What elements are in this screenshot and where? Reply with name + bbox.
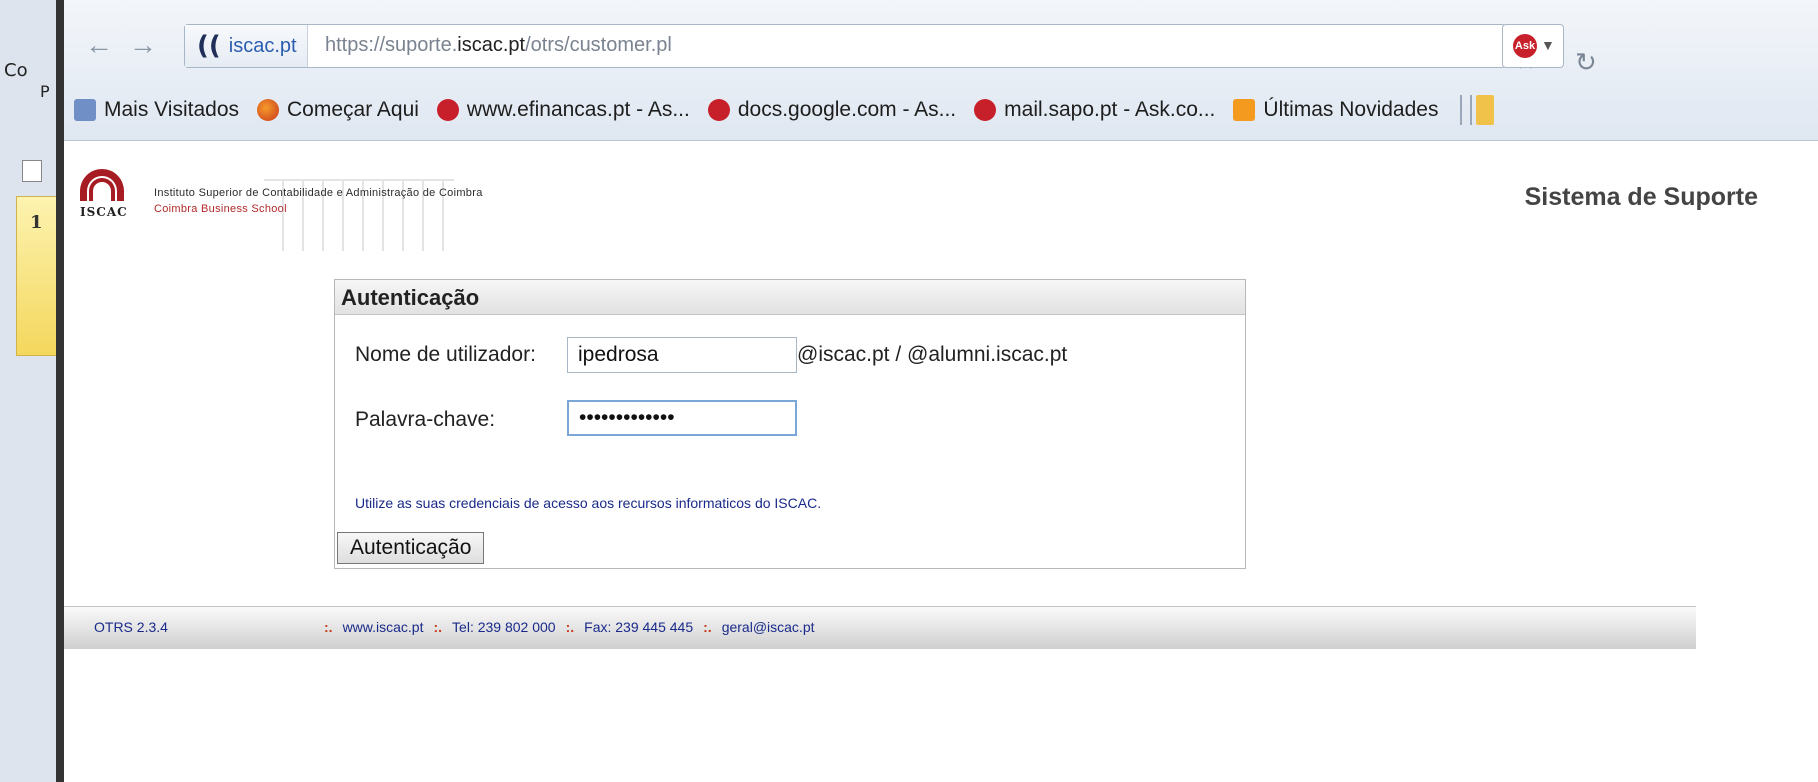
bookmark-label: docs.google.com - As... [737,98,957,121]
help-text: Utilize as suas credenciais de acesso ao… [355,495,822,511]
login-panel: Autenticação Nome de utilizador: @iscac.… [334,279,1246,569]
username-label: Nome de utilizador: [355,343,536,366]
ask-icon [707,99,730,121]
page-number: 1 [30,212,43,233]
dropdown-arrow-icon: ▼ [1541,37,1555,53]
site-identity-domain: iscac.pt [228,34,297,57]
url-prefix: https://suporte. [325,34,458,56]
background-text-2: P [40,82,50,101]
password-label: Palavra-chave: [355,408,496,431]
separator-icon: :. [565,619,575,635]
username-input[interactable] [567,337,797,373]
bookmarks-toolbar: Mais Visitados Começar Aqui www.efinanca… [64,88,1818,132]
logo-abbreviation: ISCAC [80,205,128,219]
firefox-icon [257,99,280,121]
bookmark-most-visited[interactable]: Mais Visitados [74,98,239,122]
version-label: OTRS 2.3.4 [94,619,168,635]
ask-icon [436,99,459,121]
bookmark-getting-started[interactable]: Começar Aqui [257,98,419,122]
bookmark-label: Mais Visitados [104,98,240,121]
bookmark-overflow[interactable] [1476,95,1495,125]
bookmark-label: www.efinancas.pt - As... [466,98,690,121]
institution-tagline: Coimbra Business School [154,203,287,215]
password-input[interactable] [567,400,797,436]
bookmark-mail-sapo[interactable]: mail.sapo.pt - Ask.co... [974,98,1215,122]
page-icon [22,160,42,182]
url-path: /otrs/customer.pl [525,34,672,56]
bookmark-docs-google[interactable]: docs.google.com - As... [707,98,957,122]
arch-logo-inner [89,178,115,201]
background-window: Co P 1 [0,0,64,782]
website-link[interactable]: www.iscac.pt [343,619,424,635]
url-host: iscac.pt [457,34,526,56]
url-text[interactable]: https://suporte.iscac.pt/otrs/customer.p… [325,34,672,57]
toolbar-separator [1470,95,1473,125]
search-engine-button[interactable]: Ask ▼ [1502,24,1564,68]
separator-icon: :. [433,619,443,635]
phone-text: Tel: 239 802 000 [452,619,556,635]
domain-hint: @iscac.pt / @alumni.iscac.pt [797,343,1068,366]
bookmark-label: mail.sapo.pt - Ask.co... [1004,98,1216,121]
most-visited-icon [74,99,96,121]
email-link[interactable]: geral@iscac.pt [722,619,815,635]
window-edge [56,0,64,782]
page-content: ISCAC Instituto Superior de Contabilidad… [64,141,1818,782]
rss-icon [1233,99,1256,121]
bookmark-latest-news[interactable]: Últimas Novidades [1233,98,1438,122]
background-text: Co [4,60,28,81]
login-panel-title: Autenticação [341,285,480,310]
toolbar-separator [1460,95,1463,125]
ask-icon [974,99,997,121]
footer-links: :. www.iscac.pt:. Tel: 239 802 000:. Fax: 2… [314,619,815,635]
bookmark-efinancas[interactable]: www.efinancas.pt - As... [436,98,690,122]
login-panel-header: Autenticação [335,280,1245,315]
back-arrow-icon[interactable]: ← [82,26,116,64]
reload-icon[interactable]: ↻ [1575,47,1597,78]
ask-icon: Ask [1513,34,1537,58]
page-title: Sistema de Suporte [1524,183,1758,211]
forward-arrow-icon[interactable]: → [126,26,160,64]
institution-name: Instituto Superior de Contabilidade e Ad… [154,187,483,199]
footer-bar: OTRS 2.3.4 :. www.iscac.pt:. Tel: 239 802 … [64,606,1696,649]
site-identity-icon: (( [197,31,221,61]
address-bar[interactable]: (( iscac.pt https://suporte.iscac.pt/otr… [184,24,1597,77]
bookmark-label: Começar Aqui [287,98,419,121]
site-identity-button[interactable]: (( iscac.pt [185,25,308,67]
bookmark-label: Últimas Novidades [1263,98,1439,121]
fax-text: Fax: 239 445 445 [584,619,694,635]
separator-icon: :. [703,619,712,635]
login-button[interactable]: Autenticação [337,532,485,564]
separator-icon: :. [324,619,333,635]
